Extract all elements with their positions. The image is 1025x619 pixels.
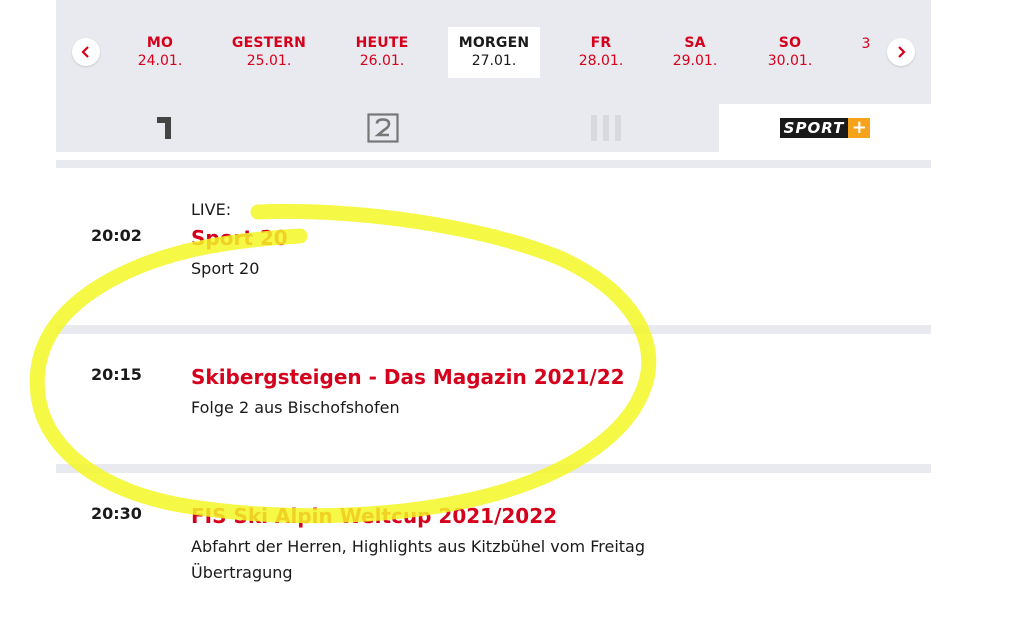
day-date: 26.01. <box>359 53 405 69</box>
day-tab-mo[interactable]: MO 24.01. <box>114 27 206 78</box>
list-top-strip <box>56 152 931 160</box>
day-tab-morgen[interactable]: MORGEN 27.01. <box>448 27 540 78</box>
orf3-logo-icon <box>590 115 621 141</box>
day-name: GESTERN <box>231 35 307 51</box>
day-date: 29.01. <box>672 53 718 69</box>
previous-day-button[interactable] <box>72 38 100 66</box>
date-navigation: MO 24.01. GESTERN 25.01. HEUTE 26.01. MO… <box>56 0 931 104</box>
program-row[interactable]: 20:02 LIVE: Sport 20 Sport 20 <box>56 168 931 325</box>
day-tab-fr[interactable]: FR 28.01. <box>555 27 647 78</box>
program-subtitle: Sport 20 <box>191 259 260 278</box>
day-name: HEUTE <box>355 35 409 51</box>
program-time: 20:15 <box>91 365 142 384</box>
program-subtitle-secondary: Übertragung <box>191 563 293 582</box>
program-time: 20:30 <box>91 504 142 523</box>
day-name: MO <box>146 35 174 51</box>
orf1-logo-icon <box>157 117 171 139</box>
day-date: 24.01. <box>137 53 183 69</box>
sport-plus-logo-icon: SPORT + <box>779 118 871 138</box>
program-time: 20:02 <box>91 226 142 245</box>
day-tab-heute[interactable]: HEUTE 26.01. <box>336 27 428 78</box>
live-label: LIVE: <box>191 200 232 219</box>
channel-tab-orf2[interactable] <box>274 104 492 152</box>
channel-tab-sport-plus[interactable]: SPORT + <box>719 104 931 152</box>
day-tab-gestern[interactable]: GESTERN 25.01. <box>223 27 315 78</box>
program-subtitle: Folge 2 aus Bischofshofen <box>191 398 400 417</box>
day-date: 27.01. <box>471 53 517 69</box>
chevron-left-icon <box>81 46 89 58</box>
day-date: 28.01. <box>578 53 624 69</box>
channel-tab-orf3[interactable] <box>492 104 719 152</box>
day-tab-so[interactable]: SO 30.01. <box>744 27 836 78</box>
program-subtitle: Abfahrt der Herren, Highlights aus Kitzb… <box>191 537 645 556</box>
program-title[interactable]: Sport 20 <box>191 226 288 250</box>
day-date: 30.01. <box>767 53 813 69</box>
day-name: SO <box>778 35 802 51</box>
tv-program-page: MO 24.01. GESTERN 25.01. HEUTE 26.01. MO… <box>56 0 931 619</box>
channel-tab-orf1[interactable] <box>56 104 274 152</box>
day-tab-next-partial[interactable]: 3 <box>856 27 876 78</box>
day-tab-sa[interactable]: SA 29.01. <box>649 27 741 78</box>
program-row[interactable]: 20:15 Skibergsteigen - Das Magazin 2021/… <box>56 334 931 464</box>
sport-plus-logo-plus: + <box>848 118 871 138</box>
day-date: 25.01. <box>246 53 292 69</box>
day-name: SA <box>684 35 706 51</box>
sport-plus-logo-word: SPORT <box>779 118 849 138</box>
channel-selector: SPORT + <box>56 104 931 152</box>
program-row[interactable]: 20:30 FIS Ski Alpin Weltcup 2021/2022 Ab… <box>56 473 931 619</box>
orf2-logo-icon <box>367 113 399 143</box>
program-title[interactable]: FIS Ski Alpin Weltcup 2021/2022 <box>191 504 557 528</box>
day-name: MORGEN <box>458 35 530 51</box>
day-name: FR <box>590 35 612 51</box>
chevron-right-icon <box>898 46 906 58</box>
next-day-button[interactable] <box>887 38 915 66</box>
program-title[interactable]: Skibergsteigen - Das Magazin 2021/22 <box>191 365 625 389</box>
day-date: 3 <box>861 36 871 52</box>
